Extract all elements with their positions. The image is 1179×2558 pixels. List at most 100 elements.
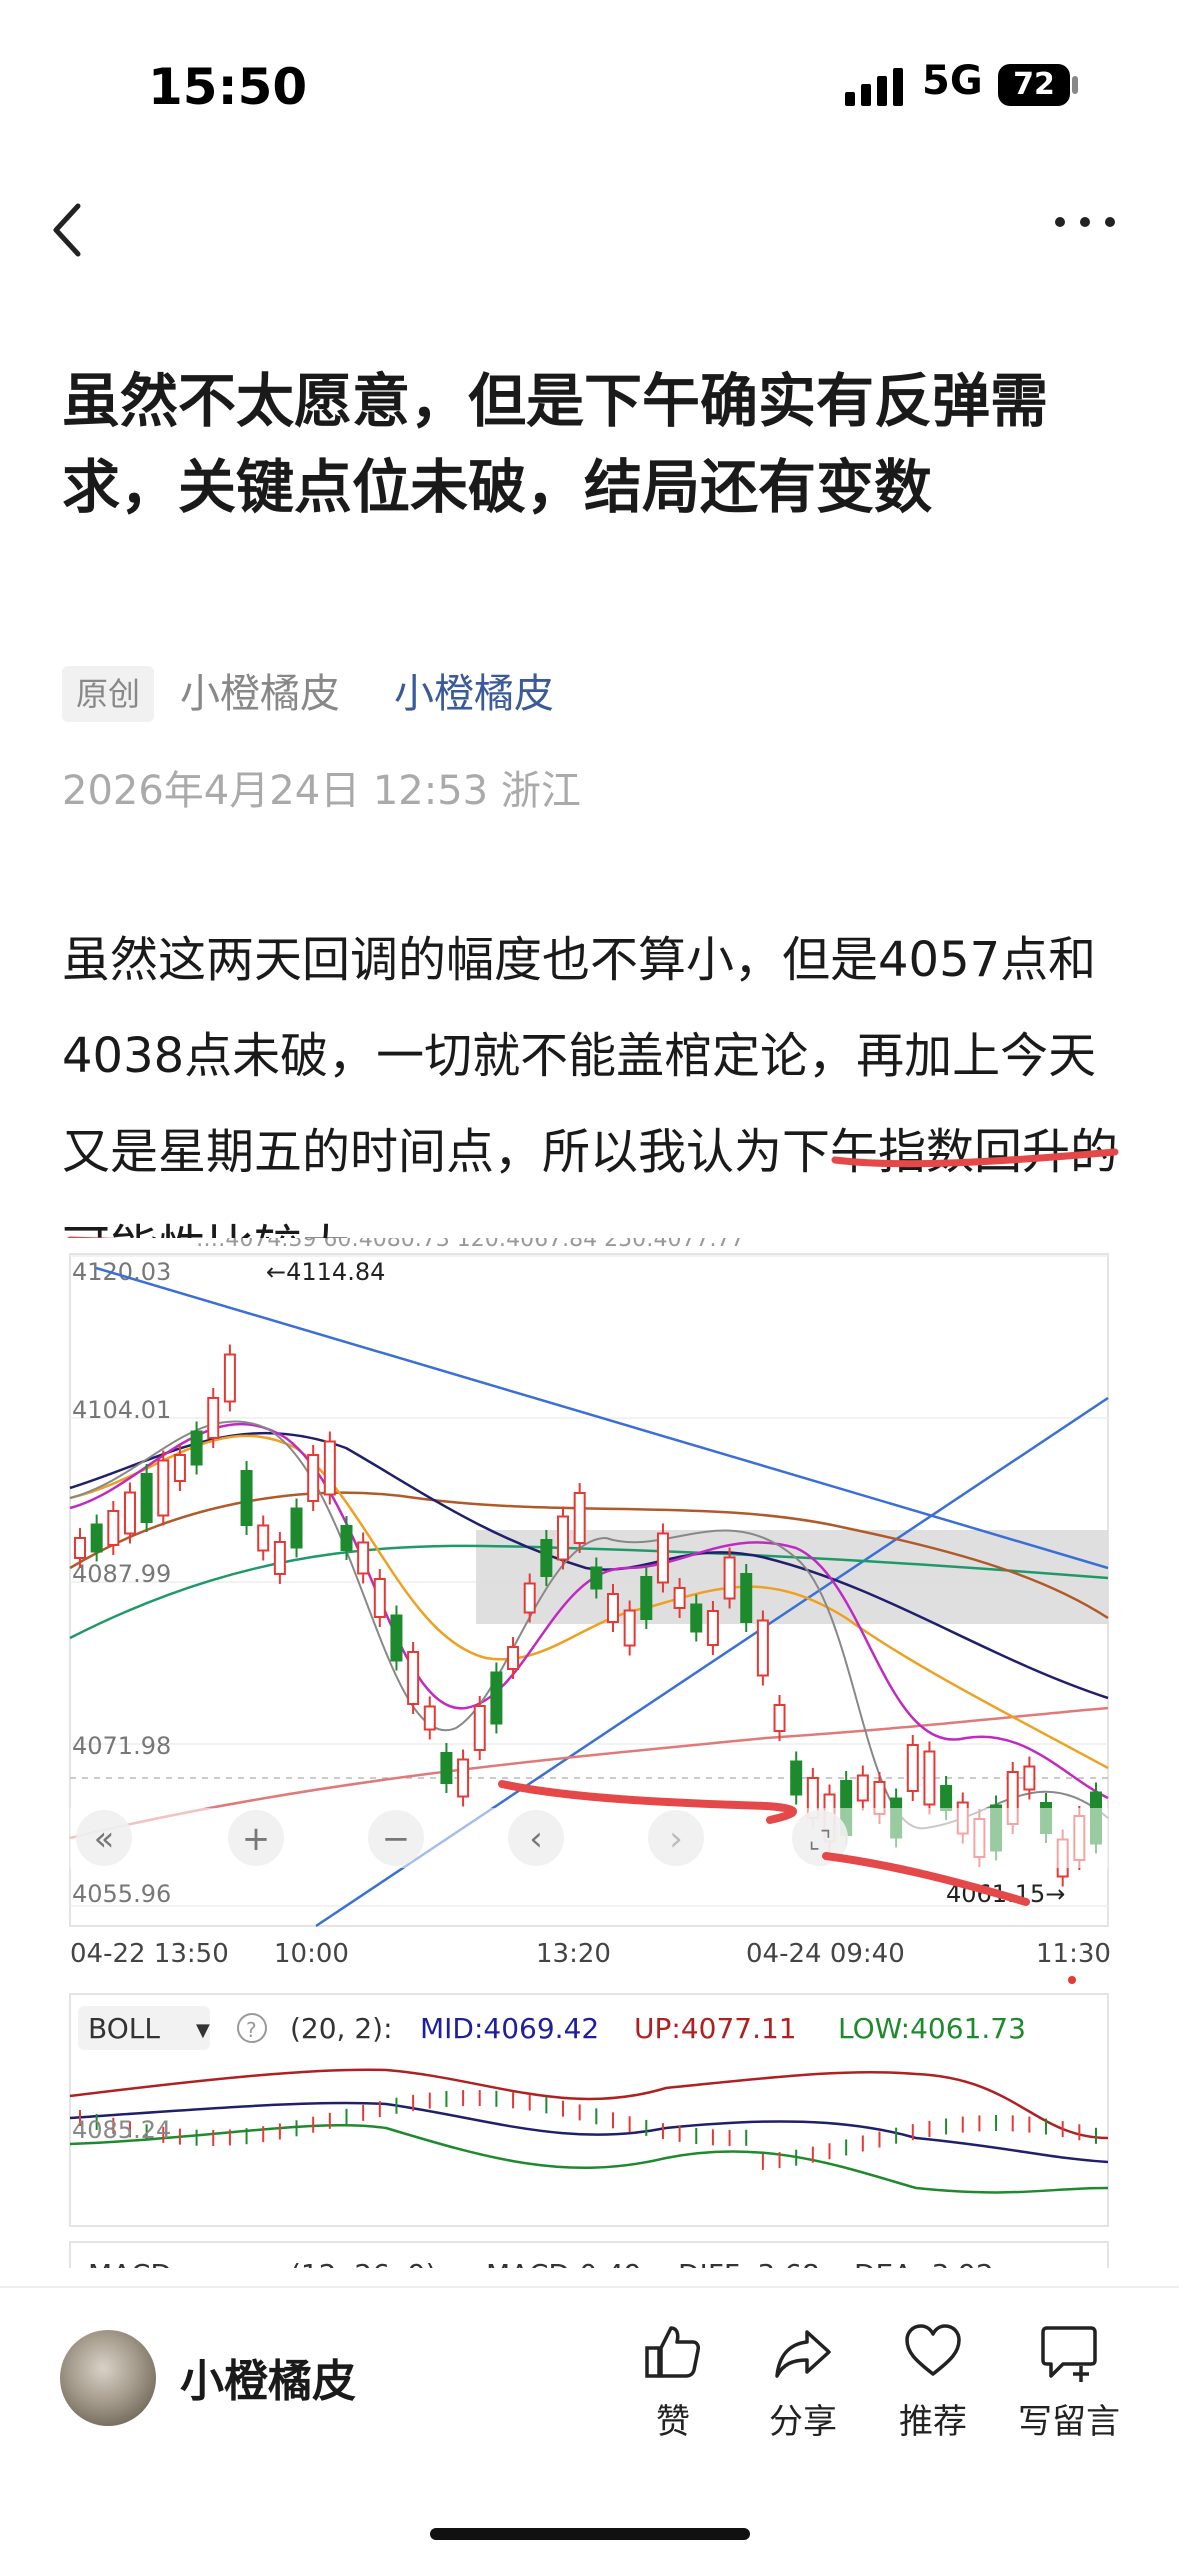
candle bbox=[357, 1541, 370, 1575]
candle bbox=[740, 1573, 753, 1623]
candle bbox=[307, 1454, 320, 1502]
candle bbox=[340, 1525, 353, 1551]
comment-icon bbox=[1041, 2326, 1097, 2382]
candle bbox=[673, 1587, 686, 1609]
svg-text:▼: ▼ bbox=[196, 2020, 210, 2041]
candle bbox=[257, 1524, 270, 1552]
control-zoom-out-icon: − bbox=[382, 1819, 411, 1859]
x-label-4: 04-24 09:40 bbox=[746, 1939, 905, 1969]
boll-mid: MID:4069.42 bbox=[420, 2012, 599, 2045]
author-avatar[interactable] bbox=[60, 2330, 156, 2426]
hand-drawn-underlines bbox=[66, 1148, 1119, 1250]
share-label: 分享 bbox=[769, 2402, 837, 2442]
candle bbox=[756, 1619, 769, 1677]
share-icon bbox=[775, 2330, 831, 2378]
candle bbox=[207, 1397, 220, 1439]
macd-selector: MACD bbox=[88, 2258, 172, 2268]
y-label-5: 4055.96 bbox=[72, 1880, 171, 1908]
author-name-plain: 小橙橘皮 bbox=[180, 671, 340, 717]
candle bbox=[856, 1774, 869, 1802]
control-fast-back-icon: « bbox=[94, 1819, 115, 1859]
candle bbox=[473, 1705, 486, 1751]
candle bbox=[706, 1610, 719, 1646]
x-label-3: 13:20 bbox=[536, 1939, 611, 1969]
thumb-up-icon bbox=[645, 2326, 700, 2378]
candle bbox=[540, 1539, 553, 1577]
candle bbox=[423, 1705, 436, 1731]
status-time: 15:50 bbox=[148, 58, 308, 116]
candle bbox=[390, 1614, 403, 1662]
network-label: 5G bbox=[922, 58, 983, 104]
publish-meta: 2026年4月24日 12:53 浙江 bbox=[62, 768, 581, 814]
macd-dea: DEA:-3.92 bbox=[854, 2258, 994, 2268]
candle bbox=[623, 1609, 636, 1647]
control-fullscreen-icon: ⌞⌝ bbox=[809, 1826, 832, 1854]
bottom-action-bar bbox=[0, 2286, 1179, 2558]
candle bbox=[440, 1752, 453, 1784]
candle bbox=[923, 1750, 936, 1806]
comment-label: 写留言 bbox=[1018, 2402, 1120, 2442]
x-label-1: 04-22 13:50 bbox=[70, 1939, 229, 1969]
boll-up: UP:4077.11 bbox=[634, 2012, 797, 2045]
candle bbox=[273, 1541, 286, 1575]
like-button[interactable]: 赞 bbox=[618, 2320, 728, 2443]
original-badge: 原创 bbox=[62, 666, 154, 722]
x-label-2: 10:00 bbox=[274, 1939, 349, 1969]
battery-indicator: 72 bbox=[998, 64, 1070, 106]
y-label-2: 4104.01 bbox=[72, 1396, 171, 1424]
boll-axis-label: 4085.24 bbox=[72, 2116, 171, 2144]
stock-chart-screenshot: …:4074.39 60:4080.73 120:4067.84 250:407… bbox=[66, 1238, 1112, 2268]
x-label-5: 11:30 bbox=[1036, 1939, 1111, 1969]
high-marker: ←4114.84 bbox=[266, 1258, 385, 1286]
recommend-button[interactable]: 推荐 bbox=[878, 2320, 988, 2443]
candle bbox=[373, 1578, 386, 1618]
y-label-3: 4087.99 bbox=[72, 1560, 171, 1588]
signal-icon bbox=[845, 68, 903, 106]
more-options-icon[interactable] bbox=[1050, 200, 1120, 240]
candle bbox=[723, 1556, 736, 1600]
candle bbox=[240, 1470, 253, 1526]
candle bbox=[90, 1523, 103, 1553]
candle bbox=[573, 1492, 586, 1544]
candle bbox=[690, 1603, 703, 1633]
battery-tip bbox=[1072, 76, 1078, 94]
candle bbox=[790, 1760, 803, 1796]
boll-params: (20, 2): bbox=[290, 2012, 393, 2045]
candle bbox=[157, 1459, 170, 1517]
candle bbox=[490, 1671, 503, 1725]
top-partial-legend: …:4074.39 60:4080.73 120:4067.84 250:407… bbox=[196, 1238, 745, 1252]
control-zoom-in-icon: + bbox=[242, 1819, 271, 1859]
heart-icon bbox=[905, 2324, 961, 2376]
candle bbox=[507, 1646, 520, 1670]
candle bbox=[523, 1582, 536, 1614]
candle bbox=[906, 1744, 919, 1792]
macd-value: MACD:0.49 bbox=[486, 2258, 642, 2268]
candle bbox=[173, 1454, 186, 1482]
candle bbox=[557, 1515, 570, 1561]
control-prev-icon: ‹ bbox=[529, 1819, 543, 1859]
home-indicator bbox=[430, 2528, 750, 2540]
candle bbox=[407, 1651, 420, 1705]
y-label-4: 4071.98 bbox=[72, 1732, 171, 1760]
svg-text:?: ? bbox=[246, 2018, 257, 2042]
candle bbox=[773, 1704, 786, 1732]
candle bbox=[656, 1532, 669, 1584]
candle bbox=[323, 1440, 336, 1496]
footer-author-name[interactable]: 小橙橘皮 bbox=[180, 2345, 356, 2409]
candle bbox=[123, 1491, 136, 1535]
candle bbox=[590, 1566, 603, 1590]
candle bbox=[640, 1576, 653, 1620]
article-title: 虽然不太愿意，但是下午确实有反弹需求，关键点位未破，结局还有变数 bbox=[62, 367, 1049, 521]
candle bbox=[940, 1785, 953, 1811]
comment-button[interactable]: 写留言 bbox=[1005, 2320, 1133, 2443]
author-link[interactable]: 小橙橘皮 bbox=[394, 666, 554, 722]
boll-low: LOW:4061.73 bbox=[838, 2012, 1026, 2045]
candle bbox=[74, 1537, 86, 1559]
candle bbox=[107, 1510, 120, 1546]
share-button[interactable]: 分享 bbox=[748, 2320, 858, 2443]
candle bbox=[140, 1473, 153, 1523]
candle bbox=[190, 1430, 203, 1466]
like-label: 赞 bbox=[656, 2402, 690, 2442]
back-arrow-icon[interactable] bbox=[44, 200, 94, 260]
recommend-label: 推荐 bbox=[899, 2402, 967, 2442]
